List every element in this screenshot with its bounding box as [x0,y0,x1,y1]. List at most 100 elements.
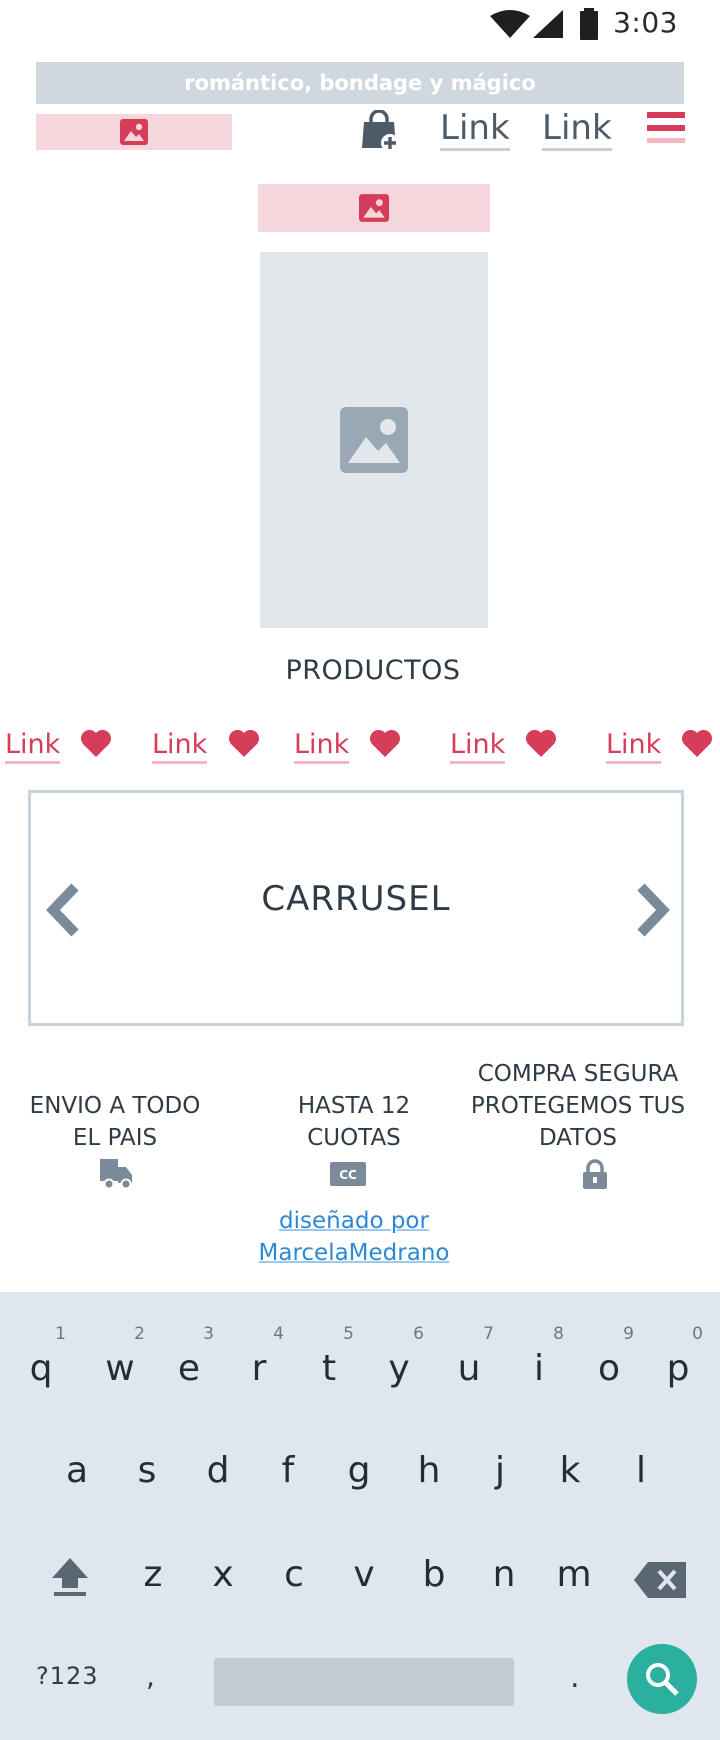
space-bar[interactable] [214,1658,514,1706]
credit-line-2[interactable]: MarcelaMedrano [259,1240,450,1266]
key-w[interactable]: 2w [85,1324,155,1389]
product-link-5[interactable]: Link [606,729,662,764]
key-hint: 8 [553,1324,564,1344]
key-r[interactable]: 4r [224,1324,294,1389]
feature-shipping-line1: ENVIO A TODO [29,1093,201,1119]
key-label: e [177,1348,201,1389]
image-icon [120,119,148,145]
key-hint: 7 [483,1324,494,1344]
key-q[interactable]: 1q [6,1324,76,1389]
product-link-2[interactable]: Link [152,729,208,764]
key-s[interactable]: s [112,1428,182,1491]
key-o[interactable]: 9o [574,1324,644,1389]
key-i[interactable]: 8i [504,1324,574,1389]
key-k[interactable]: k [535,1428,605,1491]
key-label: j [494,1450,505,1491]
shift-icon[interactable] [50,1556,90,1598]
status-bar: 3:03 [0,0,720,50]
key-label: y [388,1348,410,1389]
period-key[interactable]: . [570,1660,580,1695]
hamburger-menu-icon[interactable] [647,112,685,148]
key-e[interactable]: 3e [154,1324,224,1389]
product-link-1[interactable]: Link [5,729,61,764]
image-icon [340,407,408,473]
wifi-icon [490,10,530,38]
key-label: f [281,1450,295,1491]
carousel: CARRUSEL [28,790,684,1026]
feature-secure-line2: PROTEGEMOS TUS [470,1093,686,1119]
key-hint: 2 [134,1324,145,1344]
key-label: h [417,1450,441,1491]
header-logo[interactable] [36,114,232,150]
key-label: k [559,1450,581,1491]
key-label: r [251,1348,267,1389]
symbols-key[interactable]: ?123 [36,1662,99,1690]
feature-installments-line1: HASTA 12 [297,1093,411,1119]
key-l[interactable]: l [606,1428,676,1491]
heart-icon[interactable] [80,729,112,757]
search-icon [646,1663,679,1696]
comma-key[interactable]: , [146,1660,155,1693]
product-link-4[interactable]: Link [450,729,506,764]
key-label: d [206,1450,230,1491]
feature-secure-line1: COMPRA SEGURA [477,1061,679,1087]
key-h[interactable]: h [394,1428,464,1491]
key-hint: 5 [343,1324,354,1344]
designer-credit-link[interactable]: diseñado por MarcelaMedrano [240,1205,468,1269]
key-x[interactable]: x [188,1532,258,1595]
key-label: c [284,1554,304,1595]
feature-secure: COMPRA SEGURA PROTEGEMOS TUS DATOS [466,1058,690,1154]
feature-shipping-line2: EL PAIS [72,1125,158,1151]
header-link-1[interactable]: Link [440,108,510,151]
heart-icon[interactable] [228,729,260,757]
battery-icon [580,8,598,40]
image-icon [359,194,389,222]
svg-text:CC: CC [339,1168,357,1182]
credit-card-icon: CC [330,1162,366,1186]
key-j[interactable]: j [465,1428,535,1491]
key-label: w [105,1348,135,1389]
backspace-icon[interactable] [634,1562,686,1598]
key-label: p [666,1348,690,1389]
search-button[interactable] [627,1644,697,1714]
key-hint: 4 [273,1324,284,1344]
feature-installments-line2: CUOTAS [307,1125,401,1151]
credit-line-1[interactable]: diseñado por [279,1208,429,1234]
heart-icon[interactable] [369,729,401,757]
hero-image [260,252,488,628]
key-a[interactable]: a [42,1428,112,1491]
key-m[interactable]: m [539,1532,609,1595]
key-hint: 0 [692,1324,703,1344]
key-y[interactable]: 6y [364,1324,434,1389]
key-hint: 6 [413,1324,424,1344]
key-u[interactable]: 7u [434,1324,504,1389]
key-g[interactable]: g [324,1428,394,1491]
top-banner: romántico, bondage y mágico [36,62,684,104]
key-z[interactable]: z [118,1532,188,1595]
key-v[interactable]: v [329,1532,399,1595]
key-label: a [65,1450,89,1491]
key-p[interactable]: 0p [643,1324,713,1389]
key-f[interactable]: f [253,1428,323,1491]
key-label: n [492,1554,516,1595]
clock: 3:03 [613,6,678,39]
key-d[interactable]: d [183,1428,253,1491]
product-link-3[interactable]: Link [294,729,350,764]
key-label: m [556,1554,592,1595]
lock-icon [583,1159,607,1189]
chevron-right-icon[interactable] [633,883,671,937]
key-c[interactable]: c [259,1532,329,1595]
key-label: i [533,1348,544,1389]
signal-icon [533,10,563,38]
key-hint: 3 [203,1324,214,1344]
key-n[interactable]: n [469,1532,539,1595]
heart-icon[interactable] [525,729,557,757]
header-link-2[interactable]: Link [542,108,612,151]
center-logo[interactable] [258,184,490,232]
heart-icon[interactable] [681,729,713,757]
key-t[interactable]: 5t [294,1324,364,1389]
key-label: z [143,1554,163,1595]
key-b[interactable]: b [399,1532,469,1595]
feature-secure-line3: DATOS [538,1125,617,1151]
shopping-bag-add-icon[interactable] [360,110,400,152]
